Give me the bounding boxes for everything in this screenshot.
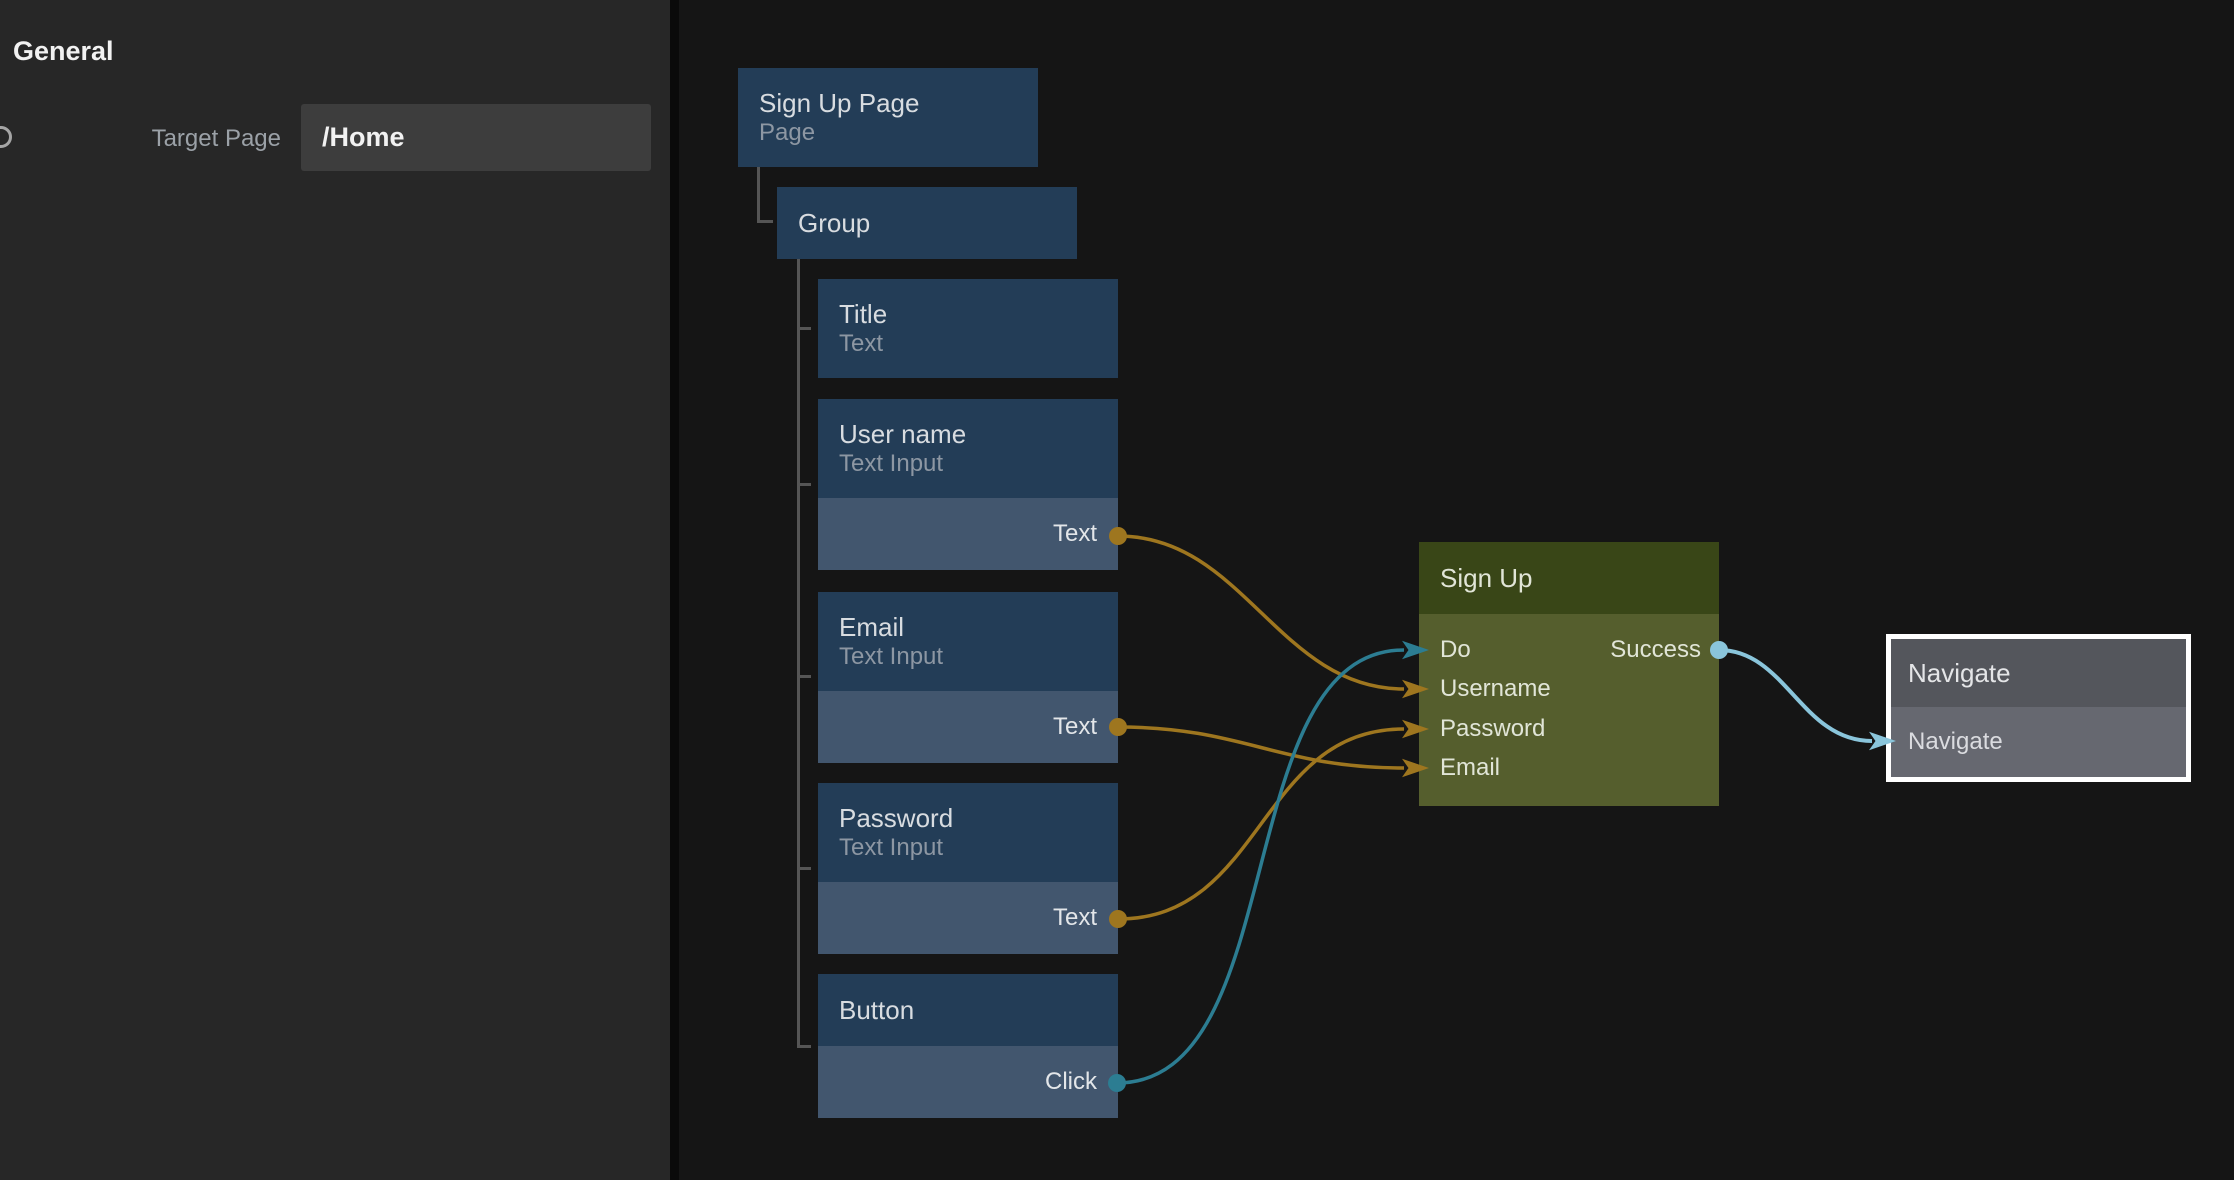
- node-title: Navigate: [1908, 658, 2011, 689]
- edge-signup-success-to-navigate[interactable]: [1719, 650, 1872, 741]
- node-subtitle: Page: [759, 120, 1038, 146]
- input-port-label: Do: [1440, 636, 1471, 664]
- app-screen: Sign Up Page Page Group Title Text User …: [0, 0, 2234, 1180]
- node-title: Title: [839, 300, 1118, 329]
- output-port-button-click[interactable]: [1108, 1074, 1126, 1092]
- node-header: Sign Up Page Page: [738, 68, 1038, 167]
- tree-connector-line: [797, 327, 811, 330]
- node-title: Sign Up Page: [759, 89, 1038, 118]
- port-row-navigate: Navigate: [1891, 707, 2186, 777]
- node-sign-up-page[interactable]: Sign Up Page Page: [738, 68, 1038, 167]
- node-header: User name Text Input: [818, 399, 1118, 498]
- port-row-username: Username: [1419, 670, 1719, 710]
- edge-email-text-to-signup-email[interactable]: [1118, 727, 1404, 768]
- node-header: Navigate: [1891, 639, 2186, 707]
- port-row-password: Password: [1419, 709, 1719, 749]
- tree-connector-line: [797, 259, 800, 1048]
- node-title: Email: [839, 613, 1118, 642]
- node-subtitle: Text Input: [839, 644, 1118, 670]
- node-title-text[interactable]: Title Text: [818, 279, 1118, 378]
- node-body: Do Success Username Password Email: [1419, 614, 1719, 806]
- node-subtitle: Text: [839, 331, 1118, 357]
- target-page-input[interactable]: /Home: [301, 104, 651, 171]
- output-port-label: Text: [1053, 520, 1097, 548]
- node-subtitle: Text Input: [839, 451, 1118, 477]
- node-header: Password Text Input: [818, 783, 1118, 882]
- port-row-text: Text: [818, 498, 1118, 570]
- node-header: Sign Up: [1419, 542, 1719, 614]
- properties-panel: General Target Page /Home: [0, 0, 670, 1180]
- output-port-email-text[interactable]: [1109, 718, 1127, 736]
- node-button[interactable]: Button Click: [818, 974, 1118, 1118]
- node-title: Button: [839, 996, 1118, 1025]
- output-port-label: Success: [1610, 636, 1701, 664]
- node-header: Button: [818, 974, 1118, 1046]
- target-page-label: Target Page: [60, 125, 281, 153]
- output-port-password-text[interactable]: [1109, 910, 1127, 928]
- node-navigate[interactable]: Navigate Navigate: [1886, 634, 2191, 782]
- node-password[interactable]: Password Text Input Text: [818, 783, 1118, 954]
- node-title: Group: [798, 209, 1077, 238]
- tree-connector-line: [797, 867, 811, 870]
- output-port-label: Text: [1053, 713, 1097, 741]
- port-row-text: Text: [818, 882, 1118, 954]
- tree-connector-line: [797, 483, 811, 486]
- node-title: User name: [839, 420, 1118, 449]
- input-port-label: Email: [1440, 754, 1500, 782]
- port-row-text: Text: [818, 691, 1118, 763]
- node-header: Title Text: [818, 279, 1118, 378]
- clipped-port-icon: [0, 126, 12, 148]
- node-email[interactable]: Email Text Input Text: [818, 592, 1118, 763]
- panel-divider: [670, 0, 679, 1180]
- node-sign-up-action[interactable]: Sign Up Do Success Username Password Ema…: [1419, 542, 1719, 806]
- panel-section-title: General: [13, 36, 114, 67]
- output-port-label: Text: [1053, 904, 1097, 932]
- port-row-email: Email: [1419, 749, 1719, 789]
- node-header: Email Text Input: [818, 592, 1118, 691]
- edge-password-text-to-signup-password[interactable]: [1118, 729, 1404, 919]
- input-port-label: Navigate: [1908, 728, 2003, 756]
- output-port-signup-success[interactable]: [1710, 641, 1728, 659]
- edge-button-click-to-signup-do[interactable]: [1117, 650, 1404, 1083]
- tree-connector-line: [757, 220, 773, 223]
- port-row-click: Click: [818, 1046, 1118, 1118]
- edge-username-text-to-signup-username[interactable]: [1118, 536, 1404, 689]
- node-group[interactable]: Group: [777, 187, 1077, 259]
- node-title: Sign Up: [1440, 563, 1533, 594]
- node-subtitle: Text Input: [839, 835, 1118, 861]
- output-port-username-text[interactable]: [1109, 527, 1127, 545]
- output-port-label: Click: [1045, 1068, 1097, 1096]
- port-row-do: Do Success: [1419, 630, 1719, 670]
- tree-connector-line: [757, 167, 760, 223]
- input-port-label: Username: [1440, 675, 1551, 703]
- input-port-label: Password: [1440, 715, 1545, 743]
- node-header: Group: [777, 187, 1077, 259]
- tree-connector-line: [797, 675, 811, 678]
- node-user-name[interactable]: User name Text Input Text: [818, 399, 1118, 570]
- tree-connector-line: [797, 1045, 811, 1048]
- node-title: Password: [839, 804, 1118, 833]
- target-page-value: /Home: [301, 122, 405, 153]
